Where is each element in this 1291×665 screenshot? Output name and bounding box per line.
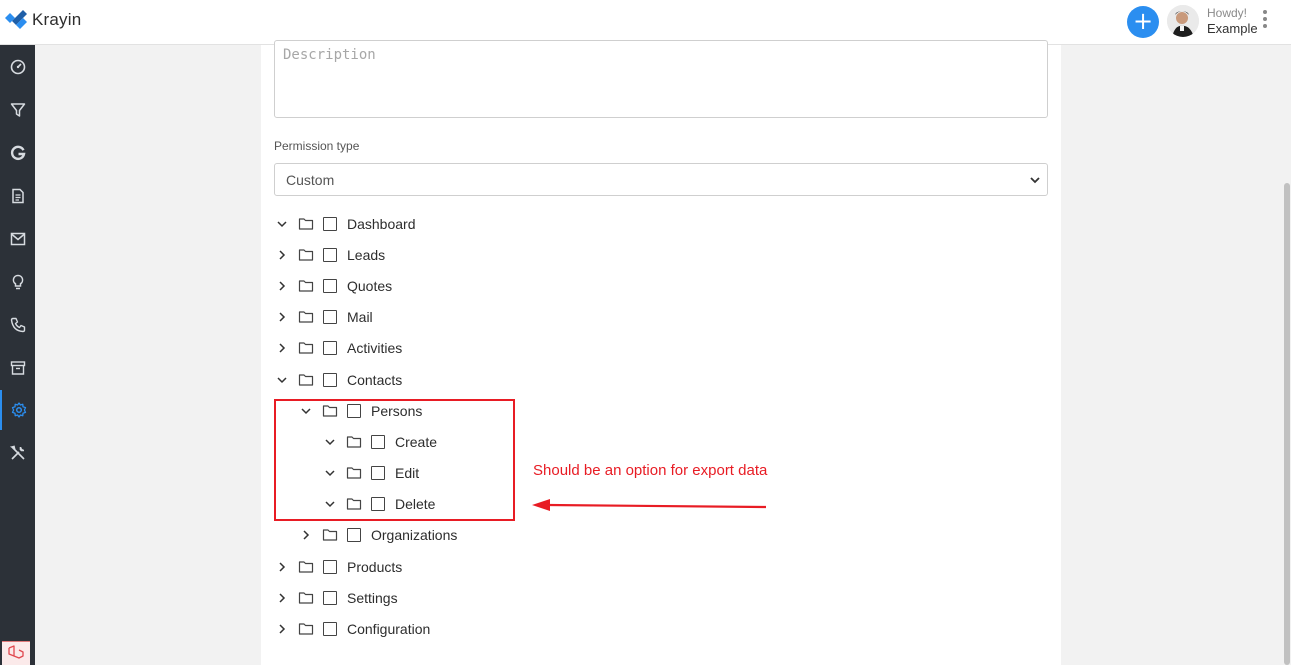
sidebar-item-settings[interactable] (0, 390, 35, 430)
tree-row[interactable]: Leads (274, 243, 385, 267)
chevron-down-icon[interactable] (274, 372, 290, 388)
tree-label: Activities (347, 340, 403, 356)
permission-checkbox[interactable] (323, 310, 337, 324)
folder-icon (298, 340, 314, 356)
folder-icon (298, 559, 314, 575)
mail-icon (10, 232, 25, 246)
leads-icon (10, 145, 25, 161)
scrollbar-thumb[interactable] (1284, 183, 1290, 665)
activities-icon (12, 274, 23, 290)
dashboard-icon (10, 59, 25, 75)
permission-type-label: Permission type (274, 139, 360, 153)
tree-label: Organizations (371, 527, 458, 543)
folder-icon (298, 216, 314, 232)
permission-checkbox[interactable] (323, 217, 337, 231)
tree-label: Contacts (347, 372, 403, 388)
chevron-right-icon[interactable] (274, 309, 290, 325)
sidebar-item-dashboard[interactable] (0, 47, 35, 87)
chevron-right-icon[interactable] (274, 590, 290, 606)
permission-checkbox[interactable] (323, 373, 337, 387)
annotation-highlight-box (274, 399, 515, 521)
description-placeholder: Description (283, 47, 376, 63)
sidebar-item-quotes[interactable] (0, 176, 35, 216)
sidebar-item-filter[interactable] (0, 90, 35, 130)
permission-checkbox[interactable] (323, 560, 337, 574)
tree-label: Leads (347, 247, 386, 263)
user-avatar-icon (1167, 5, 1199, 37)
folder-icon (298, 278, 314, 294)
annotation-arrow-icon (532, 499, 767, 511)
avatar[interactable] (1167, 5, 1199, 37)
products-icon (10, 361, 25, 375)
chevron-right-icon[interactable] (298, 527, 314, 543)
tree-label: Mail (347, 309, 373, 325)
tree-label: Configuration (347, 621, 431, 637)
permission-checkbox[interactable] (347, 528, 361, 542)
tree-row[interactable]: Mail (274, 305, 373, 329)
tree-label: Products (347, 559, 403, 575)
top-bar: Krayin + Howdy! Example (0, 0, 1291, 45)
tree-row[interactable]: Dashboard (274, 212, 416, 236)
permission-checkbox[interactable] (323, 622, 337, 636)
debugbar-toggle[interactable] (2, 641, 30, 665)
folder-icon (298, 309, 314, 325)
permission-type-value: Custom (286, 172, 335, 188)
permission-checkbox[interactable] (323, 341, 337, 355)
chevron-right-icon[interactable] (274, 621, 290, 637)
filter-icon (10, 103, 25, 117)
chevron-right-icon[interactable] (274, 559, 290, 575)
sidebar-item-leads[interactable] (0, 133, 35, 173)
tree-row[interactable]: Organizations (298, 523, 457, 547)
sidebar (0, 45, 35, 665)
tree-label: Dashboard (347, 216, 416, 232)
more-options-icon[interactable] (1259, 10, 1271, 32)
quotes-icon (11, 188, 24, 204)
sidebar-item-activities[interactable] (0, 262, 35, 302)
tree-row[interactable]: Configuration (274, 617, 430, 641)
configuration-icon (9, 445, 25, 460)
sidebar-item-configuration[interactable] (0, 433, 35, 473)
greeting-text: Howdy! (1207, 6, 1248, 20)
laravel-icon (8, 645, 24, 659)
settings-icon (11, 402, 26, 418)
tree-row[interactable]: Activities (274, 336, 402, 360)
permission-checkbox[interactable] (323, 248, 337, 262)
tree-row[interactable]: Quotes (274, 274, 392, 298)
chevron-right-icon[interactable] (274, 340, 290, 356)
folder-icon (298, 621, 314, 637)
description-textarea[interactable]: Description (274, 40, 1048, 118)
chevron-down-icon[interactable] (274, 216, 290, 232)
tree-row[interactable]: Products (274, 555, 402, 579)
tree-label: Settings (347, 590, 398, 606)
tree-label: Quotes (347, 278, 393, 294)
sidebar-item-products[interactable] (0, 348, 35, 388)
folder-icon (298, 372, 314, 388)
chevron-down-icon (1030, 177, 1040, 184)
chevron-right-icon[interactable] (274, 278, 290, 294)
sidebar-item-mail[interactable] (0, 219, 35, 259)
add-button[interactable]: + (1127, 6, 1159, 38)
app-name: Krayin (32, 10, 82, 29)
folder-icon (322, 527, 338, 543)
user-name[interactable]: Example (1207, 21, 1258, 36)
krayin-logo-icon (5, 10, 27, 29)
annotation-text: Should be an option for export data (533, 462, 768, 479)
sidebar-item-phone[interactable] (0, 305, 35, 345)
permission-type-select[interactable]: Custom (274, 163, 1048, 196)
permission-checkbox[interactable] (323, 279, 337, 293)
tree-row[interactable]: Settings (274, 586, 398, 610)
folder-icon (298, 247, 314, 263)
permission-checkbox[interactable] (323, 591, 337, 605)
phone-icon (10, 317, 25, 333)
chevron-right-icon[interactable] (274, 247, 290, 263)
tree-row[interactable]: Contacts (274, 368, 402, 392)
folder-icon (298, 590, 314, 606)
krayin-logo[interactable]: Krayin (4, 10, 81, 30)
